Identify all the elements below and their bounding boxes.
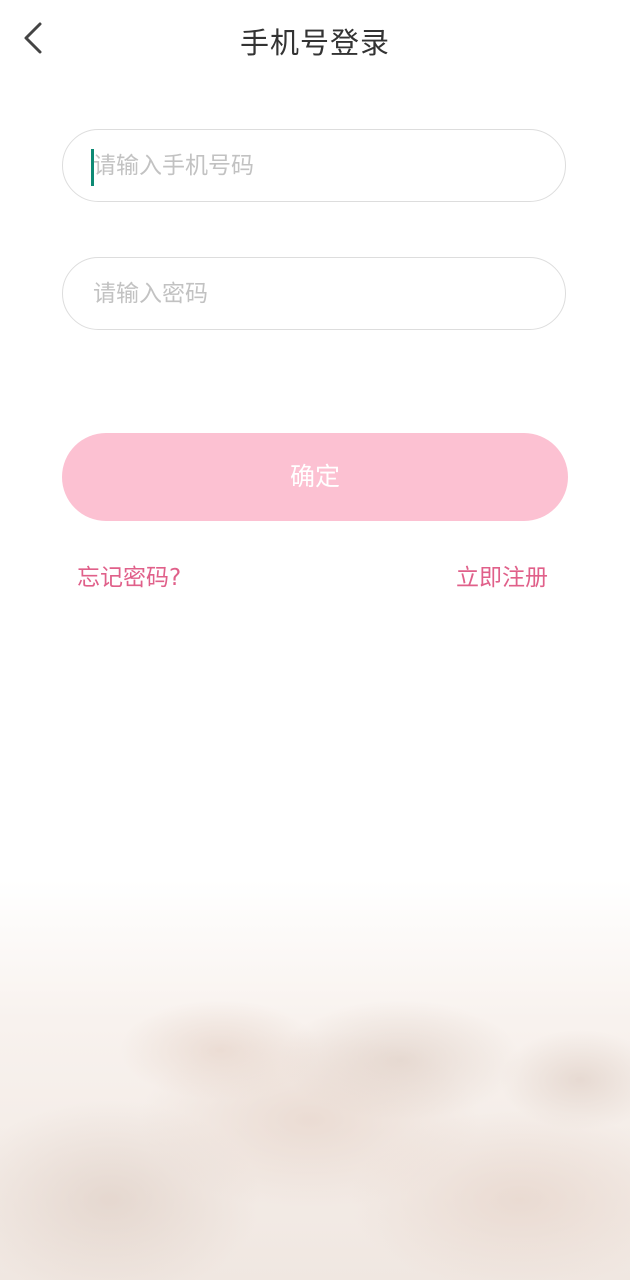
confirm-button[interactable]: 确定	[62, 433, 568, 521]
page-title: 手机号登录	[239, 26, 390, 60]
phone-input[interactable]	[93, 130, 533, 201]
background-flower-image	[0, 880, 630, 1280]
password-input[interactable]	[93, 258, 533, 329]
password-field[interactable]	[62, 257, 566, 330]
register-link[interactable]: 立即注册	[456, 558, 548, 592]
top-bar: 手机号登录	[0, 0, 630, 80]
phone-field[interactable]	[62, 129, 566, 202]
forgot-password-link[interactable]: 忘记密码?	[77, 558, 181, 592]
